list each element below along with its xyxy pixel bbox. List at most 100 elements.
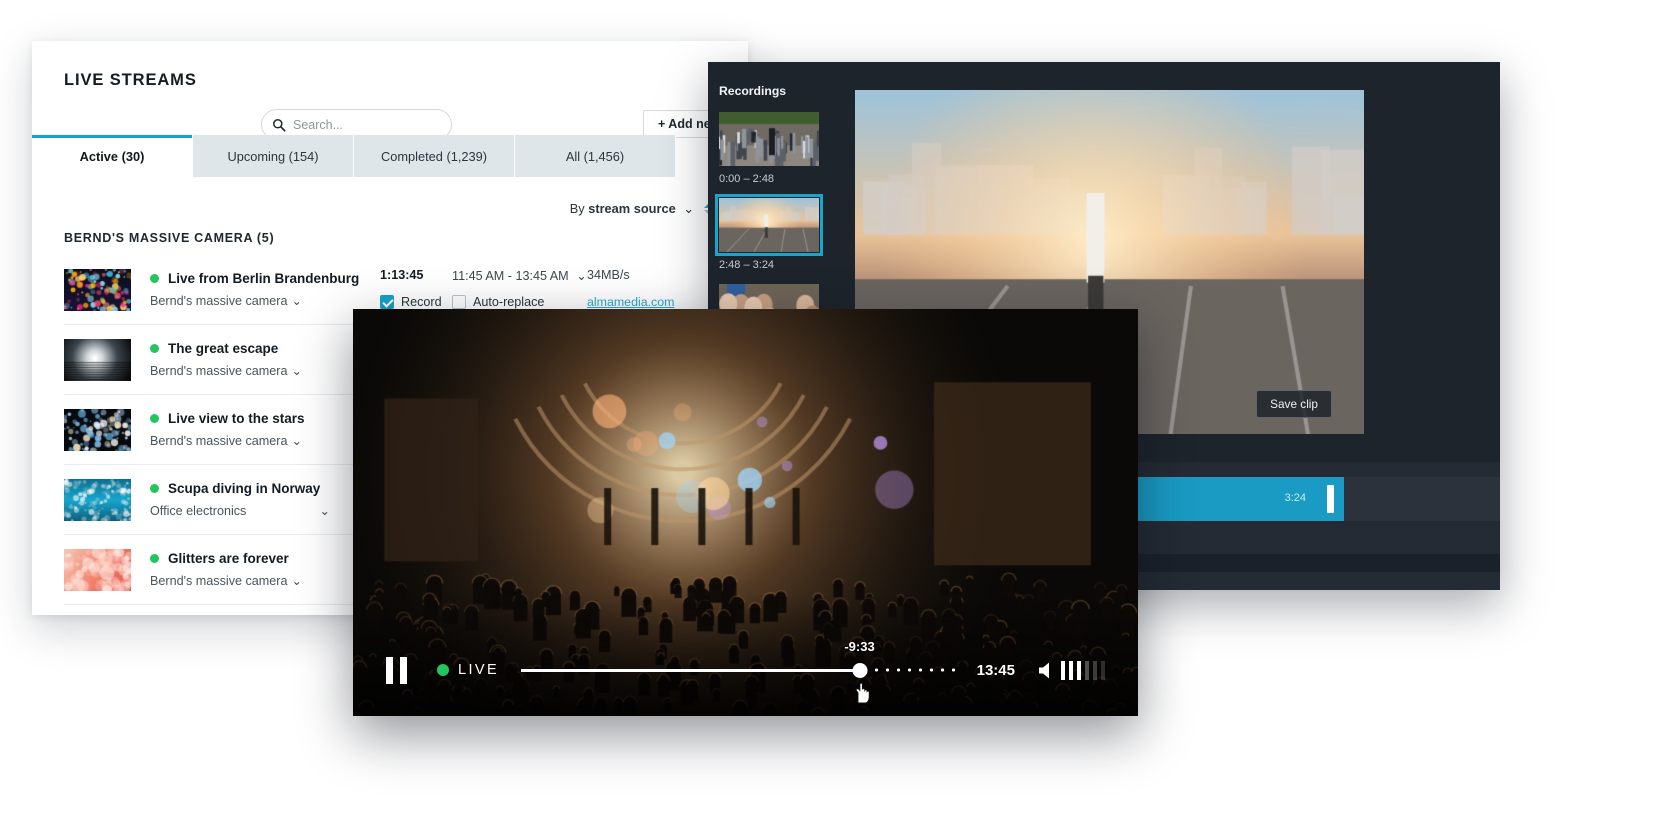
chevron-down-icon: ⌄ [576,268,587,283]
tab-bar: Active (30) Upcoming (154) Completed (1,… [32,135,748,177]
stream-bitrate: 34MB/s [587,268,630,282]
volume-bar [1069,660,1073,680]
seek-tooltip: -9:33 [844,639,875,654]
record-checkbox[interactable] [380,294,394,309]
pointing-hand-cursor-icon [855,682,870,704]
live-indicator: LIVE [437,662,499,678]
stream-title: Glitters are forever [168,551,289,566]
page-title: LIVE STREAMS [64,70,197,89]
stream-source-dropdown[interactable]: Bernd's massive camera ⌄ [150,433,380,449]
auto-replace-checkbox-group[interactable]: Auto-replace [452,294,587,309]
stream-meta-top: 1:13:45 11:45 AM - 13:45 AM ⌄ 34MB/s [380,268,748,283]
stream-row-main: Live view to the stars Bernd's massive c… [150,411,380,448]
volume-bar [1085,660,1089,680]
tab-upcoming[interactable]: Upcoming (154) [193,135,354,177]
volume-control[interactable] [1037,660,1105,680]
stream-time-range-label: 11:45 AM - 13:45 AM [452,268,569,283]
record-label: Record [401,294,442,309]
seek-bar-played [521,669,860,672]
stream-row-main: Live from Berlin Brandenburg Bernd's mas… [150,271,380,308]
auto-replace-checkbox[interactable] [452,294,466,309]
timeline-selection-label: 3:24 [1284,492,1306,504]
window-header: LIVE STREAMS [32,41,748,119]
seek-bar[interactable]: -9:33 [521,639,961,704]
stream-source-label: Office electronics [150,503,247,518]
stream-thumbnail [64,268,131,311]
stream-source-dropdown[interactable]: Office electronics ⌄ [150,503,330,519]
live-status-dot [150,274,159,283]
stream-title-line: Scupa diving in Norway [150,481,380,496]
stream-title: Scupa diving in Norway [168,481,321,496]
speaker-icon[interactable] [1037,661,1057,680]
recording-thumbnail[interactable] [719,112,819,166]
record-checkbox-group[interactable]: Record [380,294,452,309]
chevron-down-icon: ⌄ [291,434,303,448]
chevron-down-icon: ⌄ [291,294,303,308]
pause-icon [386,656,393,684]
recording-list-item-selected[interactable]: 2:48 – 3:24 [708,194,855,271]
stream-title-line: Live view to the stars [150,411,380,426]
sort-dropdown[interactable]: By stream source ⌄ [570,201,694,217]
player-control-bar: LIVE -9:33 13:45 [353,624,1138,716]
live-status-dot [150,414,159,423]
stream-time-range[interactable]: 11:45 AM - 13:45 AM ⌄ [452,268,587,283]
auto-replace-label: Auto-replace [473,294,545,309]
video-player-window: LIVE -9:33 13:45 [353,309,1138,716]
seek-handle[interactable] [852,663,868,678]
recording-time-range: 2:48 – 3:24 [719,259,775,271]
chevron-down-icon: ⌄ [683,200,694,216]
tab-completed[interactable]: Completed (1,239) [354,135,515,177]
stream-thumbnail [64,478,131,521]
stream-meta-bottom: Record Auto-replace almamedia.com [380,294,748,309]
stream-destination-link[interactable]: almamedia.com [587,295,674,309]
stream-source-label: Bernd's massive camera [150,573,288,588]
live-label: LIVE [458,662,500,678]
volume-bar [1077,660,1081,680]
stream-row-main: Scupa diving in Norway Office electronic… [150,481,380,518]
save-clip-button[interactable]: Save clip [1256,390,1332,418]
stream-row-main: The great escape Bernd's massive camera … [150,341,380,378]
total-time-label: 13:45 [976,661,1015,679]
stream-row-meta: 1:13:45 11:45 AM - 13:45 AM ⌄ 34MB/s Rec… [380,264,748,316]
live-status-dot [150,554,159,563]
stream-thumbnail [64,408,131,451]
stream-thumbnail [64,548,131,591]
chevron-down-icon: ⌄ [319,504,330,518]
stream-duration: 1:13:45 [380,268,424,282]
recording-time-range: 0:00 – 2:48 [719,173,775,185]
chevron-down-icon: ⌄ [291,364,303,378]
volume-bar [1101,660,1105,680]
stream-title: The great escape [168,341,279,356]
stream-title: Live view to the stars [168,411,305,426]
timeline-playhead-handle[interactable] [1327,485,1334,513]
chevron-down-icon: ⌄ [291,574,303,588]
live-status-dot [437,664,449,676]
stream-source-dropdown[interactable]: Bernd's massive camera ⌄ [150,293,380,309]
stream-source-label: Bernd's massive camera [150,433,288,448]
search-icon [273,118,286,131]
seek-bar-remaining [870,668,961,672]
pause-icon [400,656,407,684]
stream-title-line: The great escape [150,341,380,356]
recordings-heading: Recordings [719,84,787,98]
stream-source-dropdown[interactable]: Bernd's massive camera ⌄ [150,363,380,379]
stream-source-label: Bernd's massive camera [150,293,288,308]
screen-stage: LIVE STREAMS + Add new Active (30) Upcom… [0,0,1680,823]
stream-group-title: BERND'S MASSIVE CAMERA (5) [64,231,275,245]
tab-all[interactable]: All (1,456) [515,135,676,177]
recording-thumbnail[interactable] [715,194,823,256]
stream-source-label: Bernd's massive camera [150,363,288,378]
tab-active[interactable]: Active (30) [32,135,193,177]
volume-bar [1061,660,1065,680]
volume-level-bars[interactable] [1061,660,1105,680]
live-status-dot [150,344,159,353]
stream-title-line: Live from Berlin Brandenburg [150,271,380,286]
volume-bar [1093,660,1097,680]
recording-list-item[interactable]: 0:00 – 2:48 [708,112,855,185]
pause-button[interactable] [386,656,407,684]
live-status-dot [150,484,159,493]
search-input[interactable] [293,117,441,132]
sort-field: stream source [588,200,676,216]
stream-title: Live from Berlin Brandenburg [168,271,360,286]
stream-source-dropdown[interactable]: Bernd's massive camera ⌄ [150,573,380,589]
